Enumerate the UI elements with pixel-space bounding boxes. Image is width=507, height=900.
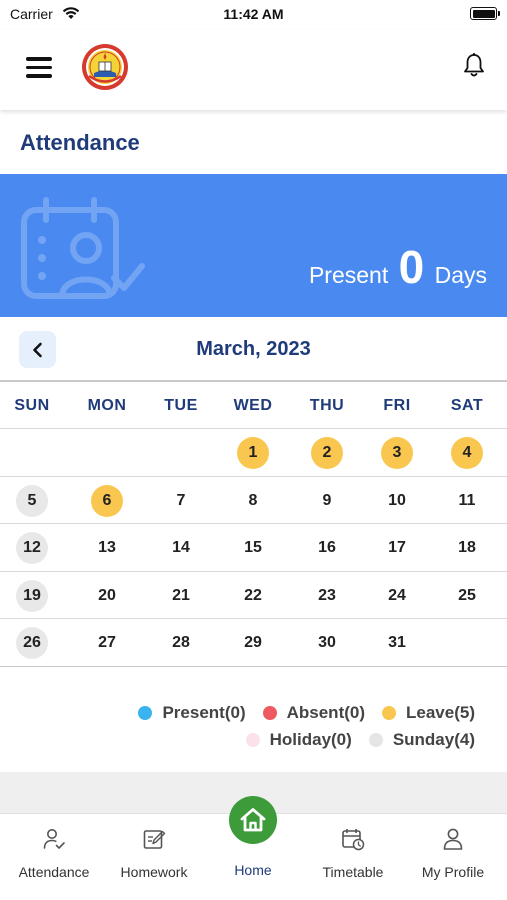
status-time: 11:42 AM [223,6,284,22]
present-label: Present [308,262,389,288]
calendar-day[interactable]: 29 [237,627,269,659]
calendar-day[interactable]: 4 [451,437,483,469]
home-icon [240,808,266,832]
calendar-day[interactable]: 27 [91,627,123,659]
weekday-header: SUN MON TUE WED THU FRI SAT [0,380,507,429]
calendar-day[interactable]: 13 [91,532,123,564]
calendar-day[interactable]: 2 [311,437,343,469]
legend-item: Leave(5) [382,703,475,723]
legend-item: Holiday(0) [245,730,352,750]
calendar-day[interactable]: 19 [16,579,48,612]
calendar-day[interactable]: 16 [311,532,343,564]
calendar-day[interactable]: 1 [237,437,269,469]
attendance-summary-banner: Present 0 Days [0,174,507,317]
legend-dot [368,733,383,747]
battery-icon [470,7,500,20]
nav-label: Timetable [322,864,384,880]
user-check-icon [43,829,65,849]
bell-icon[interactable] [463,52,485,78]
legend-dot [245,733,260,747]
school-logo [82,44,128,90]
calendar-day[interactable]: 21 [165,580,197,612]
calendar-person-icon [21,197,145,299]
calendar-day[interactable]: 20 [91,580,123,612]
legend-label: Leave(5) [406,703,475,722]
legend-dot [382,706,397,720]
calendar-week-row: 12 13 14 15 16 17 18 [0,524,507,572]
calendar-day[interactable]: 6 [91,484,123,517]
calendar-day[interactable]: 31 [381,627,413,659]
calendar-day[interactable]: 15 [237,532,269,564]
weekday-label: WED [233,397,273,414]
legend-item: Present(0) [138,703,246,723]
calendar-week-row: 26 27 28 29 30 31 [0,619,507,667]
weekday-label: FRI [383,397,411,414]
nav-timetable[interactable]: Timetable [303,814,403,900]
calendar-day[interactable]: 9 [311,485,343,517]
nav-label: Attendance [18,864,90,880]
nav-label: Home [234,862,272,878]
present-count: 0 [398,241,425,293]
weekday-label: MON [87,397,127,414]
calendar-grid: SUN MON TUE WED THU FRI SAT 1 2 3 4 5 6 7 8 9 10 11 12 13 1… [0,380,507,667]
legend-label: Sunday(4) [392,730,475,749]
legend-dot [138,706,153,720]
calendar-day[interactable]: 5 [16,484,48,517]
calendar-week-row: 1 2 3 4 [0,429,507,477]
weekday-label: SUN [14,397,50,414]
calendar-day[interactable]: 28 [165,627,197,659]
calendar-day[interactable]: 17 [381,532,413,564]
nav-my-profile[interactable]: My Profile [403,814,503,900]
nav-label: My Profile [421,864,485,880]
hamburger-menu-icon[interactable] [26,57,52,79]
page-title: Attendance [20,130,140,155]
month-navigation: March, 2023 [0,318,507,380]
calendar-day[interactable]: 30 [311,627,343,659]
calendar-day[interactable]: 12 [16,532,48,564]
legend-dot [262,706,277,720]
app-bar [0,30,507,110]
legend-item: Absent(0) [262,703,366,723]
legend-label: Present(0) [162,703,246,722]
calendar-day[interactable]: 25 [451,580,483,612]
user-icon [443,828,463,850]
calendar-day[interactable]: 18 [451,532,483,564]
calendar-day[interactable]: 22 [237,580,269,612]
present-days-summary: Present 0 Days [309,240,487,294]
calendar-day[interactable]: 10 [381,485,413,517]
nav-label: Homework [120,864,188,880]
weekday-label: THU [309,397,345,414]
calendar-day[interactable]: 24 [381,580,413,612]
legend-label: Absent(0) [286,703,366,722]
edit-note-icon [143,830,166,849]
calendar-day[interactable]: 7 [165,485,197,517]
weekday-label: TUE [164,397,198,414]
nav-attendance[interactable]: Attendance [4,814,104,900]
calendar-day[interactable]: 3 [381,437,413,469]
calendar-day[interactable]: 8 [237,485,269,517]
month-title: March, 2023 [196,338,311,360]
nav-homework[interactable]: Homework [104,814,204,900]
calendar-day[interactable]: 26 [16,627,48,659]
legend-row: Holiday(0) Sunday(4) [229,730,475,750]
days-label: Days [434,262,487,288]
calendar-clock-icon [342,829,365,851]
weekday-label: SAT [450,397,484,414]
calendar-week-row: 5 6 7 8 9 10 11 [0,477,507,524]
legend-item: Sunday(4) [368,730,475,750]
calendar-week-row: 19 20 21 22 23 24 25 [0,572,507,619]
calendar-day[interactable]: 14 [165,532,197,564]
calendar-day[interactable]: 23 [311,580,343,612]
status-bar: Carrier 11:42 AM [0,0,507,30]
legend-label: Holiday(0) [269,730,352,749]
legend-row: Present(0) Absent(0) Leave(5) [121,703,475,723]
home-button[interactable] [229,796,277,844]
calendar-day[interactable]: 11 [451,485,483,517]
